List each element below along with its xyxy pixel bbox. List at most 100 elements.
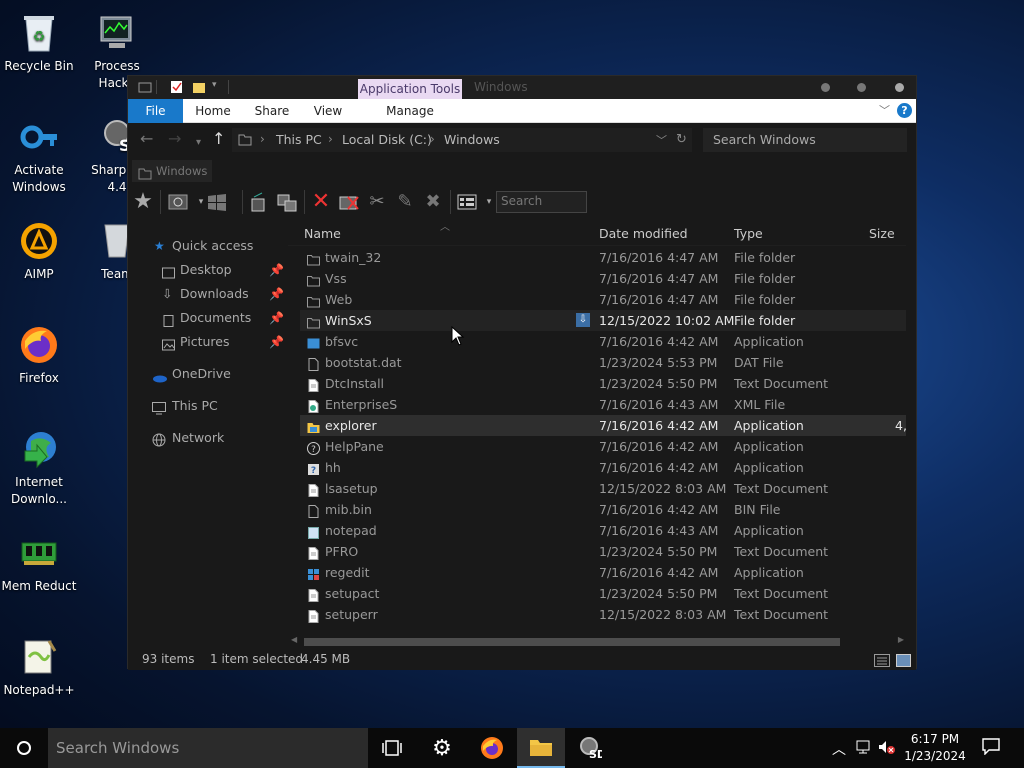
file-row[interactable]: lsasetup 12/15/2022 8:03 AM Text Document bbox=[300, 478, 906, 499]
clock-icon[interactable] bbox=[168, 191, 190, 213]
pin-icon[interactable]: 📌 bbox=[269, 283, 284, 305]
tab-view[interactable]: View bbox=[304, 99, 352, 123]
view-options-icon[interactable] bbox=[456, 191, 478, 213]
tab-file[interactable]: File bbox=[128, 99, 183, 123]
file-row[interactable]: regedit 7/16/2016 4:42 AM Application bbox=[300, 562, 906, 583]
taskbar-sharpdevelop-icon[interactable]: SD bbox=[566, 728, 614, 768]
new-folder-icon[interactable] bbox=[192, 80, 206, 94]
scroll-right-icon[interactable]: ▶ bbox=[898, 635, 904, 644]
remove-icon[interactable]: ✖ bbox=[422, 191, 444, 213]
up-arrow-icon[interactable]: ↑ bbox=[212, 131, 225, 147]
desktop-icon-internet-download-manager[interactable]: Internet Downlo... bbox=[0, 428, 78, 508]
horizontal-scrollbar[interactable]: ◀ ▶ bbox=[288, 635, 906, 648]
file-row[interactable]: Web 7/16/2016 4:47 AM File folder bbox=[300, 289, 906, 310]
file-row[interactable]: setuperr 12/15/2022 8:03 AM Text Document bbox=[300, 604, 906, 625]
sidebar-item-downloads[interactable]: ⇩ Downloads 📌 bbox=[128, 283, 288, 305]
network-tray-icon[interactable] bbox=[856, 739, 872, 759]
tab-home[interactable]: Home bbox=[188, 99, 238, 123]
taskbar-file-explorer-icon[interactable] bbox=[517, 728, 565, 768]
breadcrumb-windows[interactable]: Windows bbox=[444, 132, 500, 147]
details-view-icon[interactable] bbox=[874, 652, 890, 674]
file-row[interactable]: bootstat.dat 1/23/2024 5:53 PM DAT File bbox=[300, 352, 906, 373]
chevron-up-icon[interactable]: ︿ bbox=[832, 739, 846, 759]
breadcrumb-local-disk[interactable]: Local Disk (C:) bbox=[342, 132, 432, 147]
minimize-button[interactable] bbox=[821, 83, 830, 92]
delete-icon[interactable]: ✕ bbox=[310, 191, 332, 213]
desktop-icon-notepad-plus-plus[interactable]: Notepad++ bbox=[0, 636, 78, 699]
cut-icon[interactable]: ✂ bbox=[366, 191, 388, 213]
file-row[interactable]: EnterpriseS 7/16/2016 4:43 AM XML File bbox=[300, 394, 906, 415]
copy-to-icon[interactable] bbox=[248, 191, 270, 213]
start-button[interactable] bbox=[0, 728, 48, 768]
volume-muted-icon[interactable] bbox=[878, 739, 896, 759]
maximize-button[interactable] bbox=[857, 83, 866, 92]
search-input[interactable]: Search Windows bbox=[703, 128, 907, 152]
column-header-name[interactable]: Name bbox=[304, 226, 341, 241]
desktop-icon-activate-windows[interactable]: Activate Windows bbox=[0, 116, 78, 196]
settings-gear-icon[interactable]: ⚙ bbox=[418, 728, 466, 768]
file-row[interactable]: WinSxS ⇩ 12/15/2022 10:02 AM File folder bbox=[300, 310, 906, 331]
file-row[interactable]: Vss 7/16/2016 4:47 AM File folder bbox=[300, 268, 906, 289]
task-view-button[interactable] bbox=[368, 728, 416, 768]
sidebar-item-onedrive[interactable]: OneDrive bbox=[128, 363, 288, 385]
toolbar-search-input[interactable]: Search bbox=[496, 191, 587, 213]
title-bar[interactable]: ▾ Application Tools Windows bbox=[128, 76, 916, 99]
file-row[interactable]: bfsvc 7/16/2016 4:42 AM Application bbox=[300, 331, 906, 352]
file-row[interactable]: ? HelpPane 7/16/2016 4:42 AM Application bbox=[300, 436, 906, 457]
desktop-icon-mem-reduct[interactable]: Mem Reduct bbox=[0, 532, 78, 595]
file-row[interactable]: notepad 7/16/2016 4:43 AM Application bbox=[300, 520, 906, 541]
move-to-icon[interactable] bbox=[276, 191, 298, 213]
forward-arrow-icon[interactable]: → bbox=[168, 131, 181, 147]
sidebar-item-documents[interactable]: Documents 📌 bbox=[128, 307, 288, 329]
toolbar: ★ ▾ ✕ ✂ ✎ ✖ ▾ Search bbox=[128, 184, 916, 220]
pin-icon[interactable]: 📌 bbox=[269, 307, 284, 329]
file-row[interactable]: ? hh 7/16/2016 4:42 AM Application bbox=[300, 457, 906, 478]
column-header-type[interactable]: Type bbox=[734, 226, 763, 241]
scrollbar-thumb[interactable] bbox=[304, 638, 840, 646]
refresh-icon[interactable]: ↻ bbox=[676, 132, 687, 147]
pin-icon[interactable]: 📌 bbox=[269, 259, 284, 281]
column-header-size[interactable]: Size bbox=[869, 226, 895, 241]
desktop-icon-aimp[interactable]: AIMP bbox=[0, 220, 78, 283]
expand-ribbon-icon[interactable]: ﹀ bbox=[879, 102, 890, 118]
address-bar[interactable]: › This PC › Local Disk (C:) › Windows ﹀ … bbox=[232, 128, 692, 152]
clock[interactable]: 6:17 PM 1/23/2024 bbox=[900, 731, 970, 765]
sidebar-item-desktop[interactable]: Desktop 📌 bbox=[128, 259, 288, 281]
sidebar-item-network[interactable]: Network bbox=[128, 427, 288, 449]
column-header-date-modified[interactable]: Date modified bbox=[599, 226, 688, 241]
taskbar-firefox-icon[interactable] bbox=[468, 728, 516, 768]
file-row[interactable]: explorer 7/16/2016 4:42 AM Application 4, bbox=[300, 415, 907, 436]
rename-icon[interactable]: ✎ bbox=[394, 191, 416, 213]
scroll-left-icon[interactable]: ◀ bbox=[291, 635, 297, 644]
breadcrumb-this-pc[interactable]: This PC bbox=[276, 132, 322, 147]
sidebar-item-quick-access[interactable]: ★ Quick access bbox=[128, 235, 288, 257]
taskbar-search-input[interactable]: Search Windows bbox=[48, 728, 368, 768]
help-button[interactable]: ? bbox=[897, 103, 912, 118]
file-row[interactable]: PFRO 1/23/2024 5:50 PM Text Document bbox=[300, 541, 906, 562]
sidebar-item-this-pc[interactable]: This PC bbox=[128, 395, 288, 417]
desktop-icon-firefox[interactable]: Firefox bbox=[0, 324, 78, 387]
pin-icon[interactable]: 📌 bbox=[269, 331, 284, 353]
computer-icon bbox=[152, 400, 166, 415]
windows-logo-icon[interactable] bbox=[206, 191, 228, 213]
application-tools-tab[interactable]: Application Tools bbox=[358, 79, 462, 99]
star-icon[interactable]: ★ bbox=[132, 191, 154, 213]
recent-locations-chevron-icon[interactable]: ▾ bbox=[196, 135, 201, 151]
properties-icon[interactable] bbox=[170, 80, 184, 94]
tab-windows[interactable]: Windows bbox=[132, 160, 212, 182]
file-row[interactable]: twain_32 7/16/2016 4:47 AM File folder bbox=[300, 247, 906, 268]
desktop-icon-recycle-bin[interactable]: ♻ Recycle Bin bbox=[0, 12, 78, 75]
file-row[interactable]: mib.bin 7/16/2016 4:42 AM BIN File bbox=[300, 499, 906, 520]
sidebar-item-pictures[interactable]: Pictures 📌 bbox=[128, 331, 288, 353]
large-icons-view-icon[interactable] bbox=[896, 652, 911, 674]
delete-permanently-icon[interactable] bbox=[338, 191, 360, 213]
close-button[interactable] bbox=[895, 83, 904, 92]
tab-manage[interactable]: Manage bbox=[378, 99, 442, 123]
file-row[interactable]: DtcInstall 1/23/2024 5:50 PM Text Document bbox=[300, 373, 906, 394]
tab-share[interactable]: Share bbox=[248, 99, 296, 123]
back-arrow-icon[interactable]: ← bbox=[140, 131, 153, 147]
chevron-down-icon[interactable]: ▾ bbox=[212, 80, 226, 94]
notifications-icon[interactable] bbox=[982, 737, 1000, 759]
file-row[interactable]: setupact 1/23/2024 5:50 PM Text Document bbox=[300, 583, 906, 604]
chevron-down-icon[interactable]: ﹀ bbox=[656, 132, 667, 148]
